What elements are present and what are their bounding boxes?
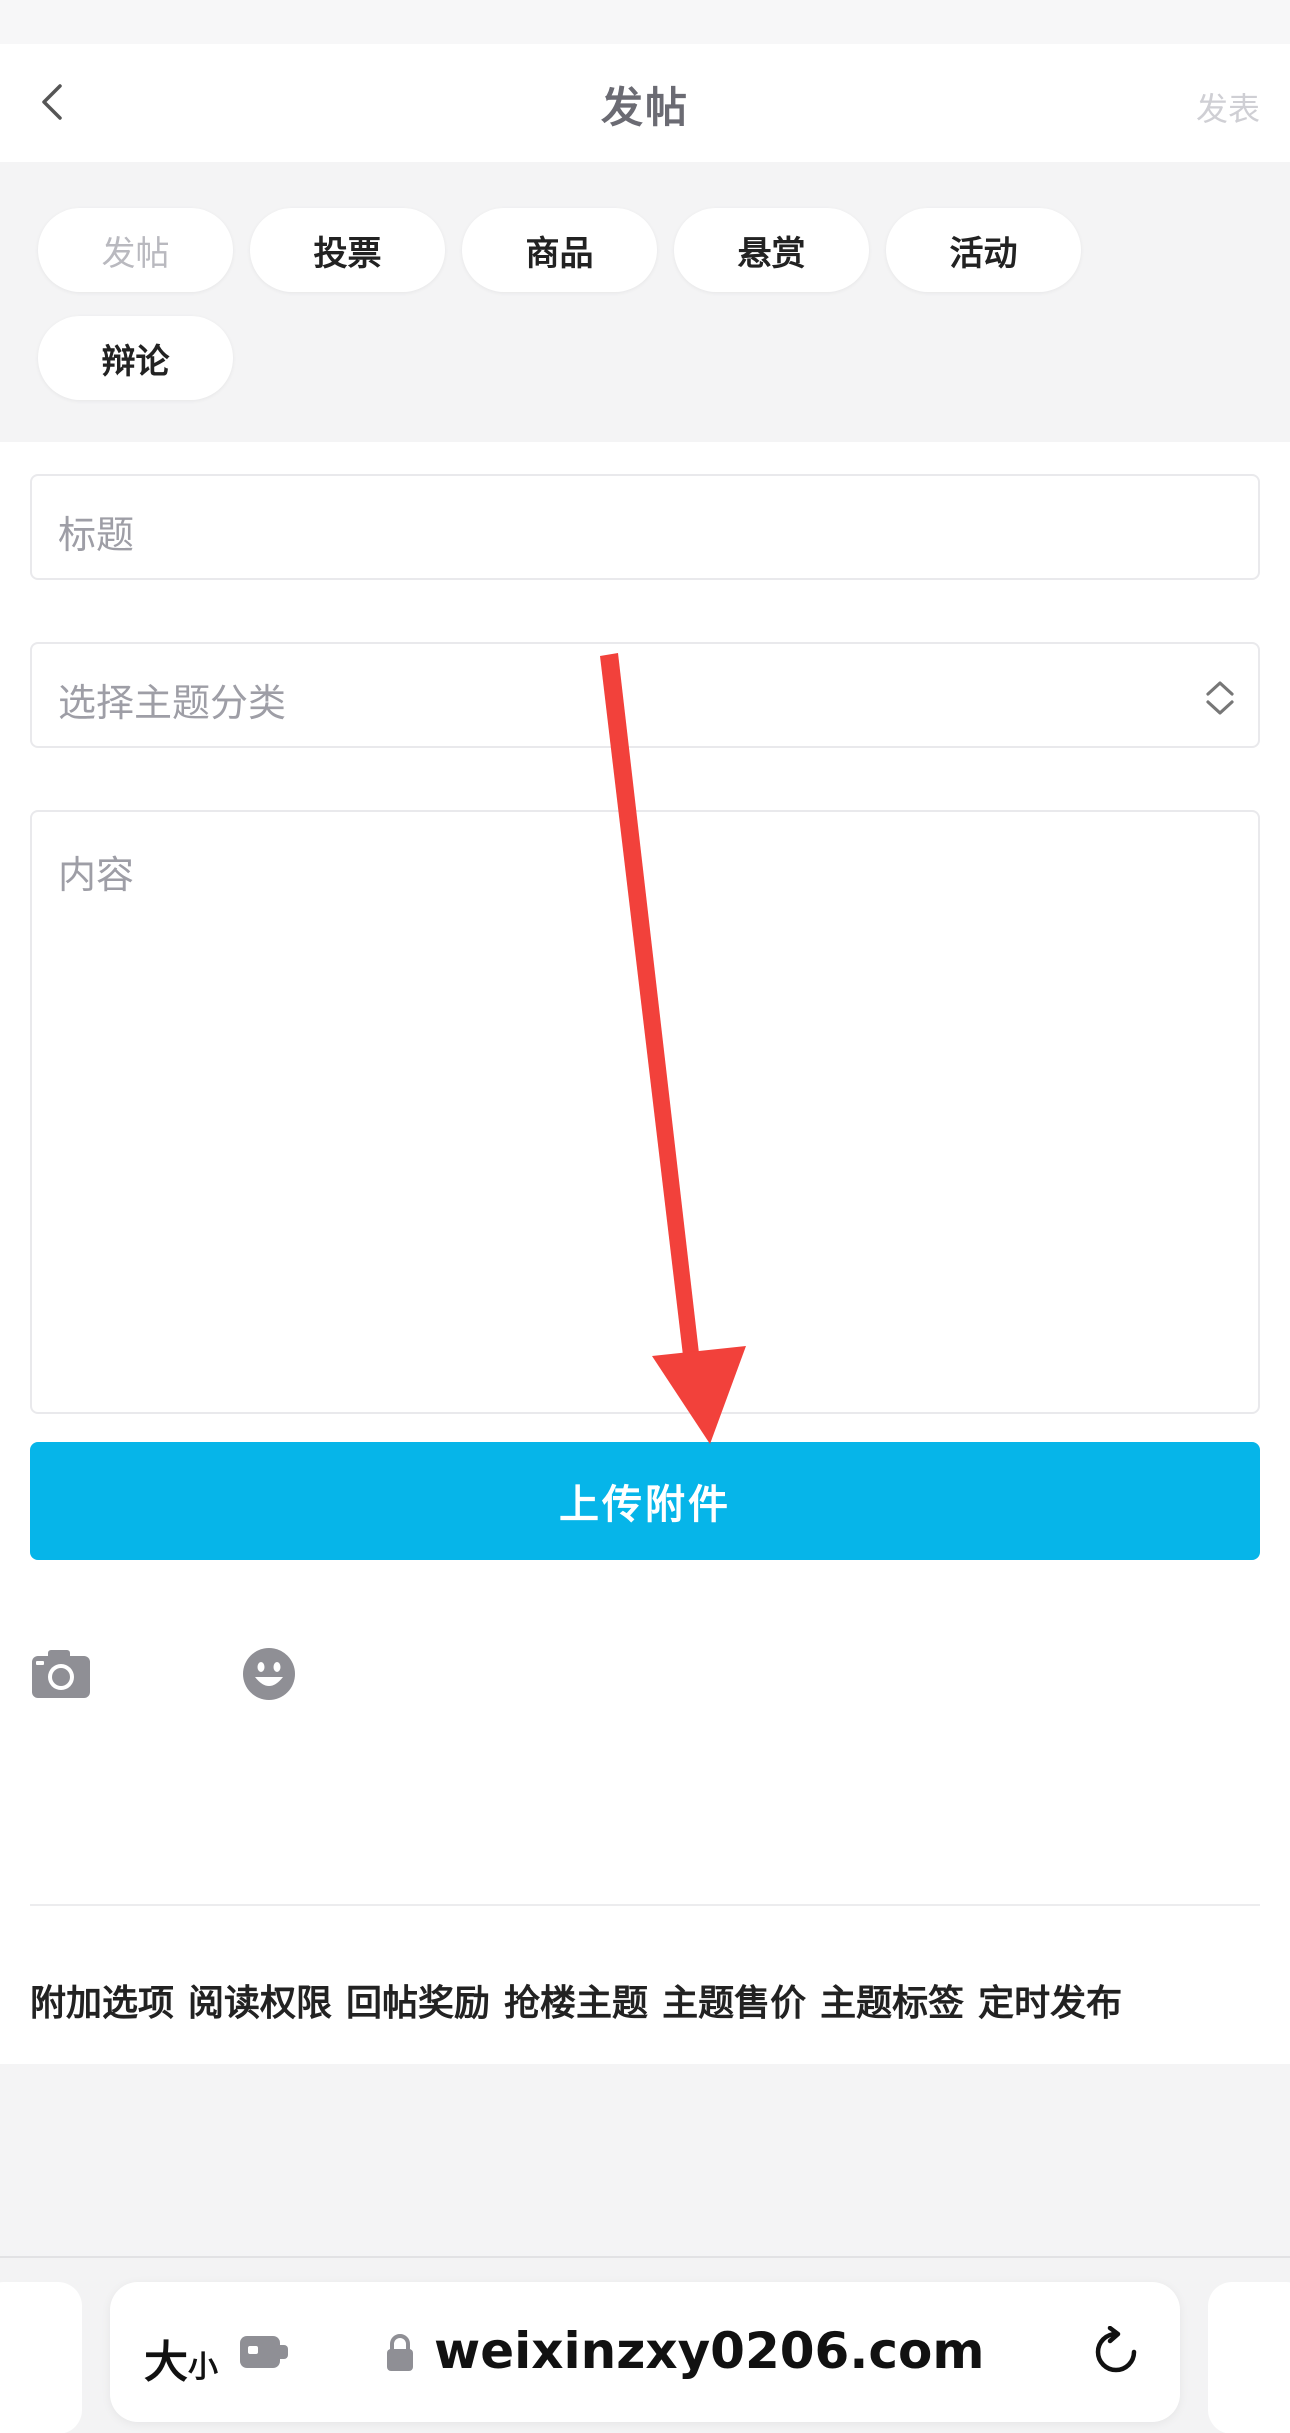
upload-attachment-button[interactable]: 上传附件 <box>30 1442 1260 1560</box>
publish-button[interactable]: 发表 <box>1196 84 1260 130</box>
category-placeholder: 选择主题分类 <box>58 681 287 725</box>
option-reply-reward[interactable]: 回帖奖励 <box>346 1974 490 2026</box>
content-placeholder: 内容 <box>58 853 135 897</box>
option-price[interactable]: 主题售价 <box>662 1974 806 2026</box>
option-read-permission[interactable]: 阅读权限 <box>188 1974 332 2026</box>
text-size-small: 小 <box>188 2350 218 2385</box>
type-pill-goods[interactable]: 商品 <box>462 208 657 292</box>
extra-options-row: 附加选项 阅读权限 回帖奖励 抢楼主题 主题售价 主题标签 定时发布 <box>30 1974 1122 2026</box>
option-tags[interactable]: 主题标签 <box>820 1974 964 2026</box>
reload-icon[interactable] <box>1090 2326 1142 2378</box>
browser-bottom-bar: 大小 weixinzxy0206.com <box>0 2256 1290 2433</box>
title-input[interactable]: 标题 <box>30 474 1260 580</box>
option-scheduled[interactable]: 定时发布 <box>978 1974 1122 2026</box>
next-tab-card[interactable] <box>1208 2282 1290 2433</box>
post-form: 标题 选择主题分类 内容 上传附件 附加选项 阅读权限 回帖奖励 抢楼主题 主题… <box>0 442 1290 2064</box>
address-bar[interactable]: 大小 weixinzxy0206.com <box>110 2282 1180 2422</box>
camera-icon[interactable] <box>30 1648 92 1700</box>
text-size-big: 大 <box>144 2337 188 2388</box>
text-size-button[interactable]: 大小 <box>144 2326 218 2390</box>
page-title: 发帖 <box>600 83 689 132</box>
nav-header: 发帖 发表 <box>0 44 1290 162</box>
emoji-icon[interactable] <box>242 1647 296 1701</box>
post-type-selector: 发帖 投票 商品 悬赏 活动 辩论 <box>0 162 1290 442</box>
url-text: weixinzxy0206.com <box>434 2322 985 2380</box>
option-floor-grab[interactable]: 抢楼主题 <box>504 1974 648 2026</box>
type-pill-debate[interactable]: 辩论 <box>38 316 233 400</box>
prev-tab-card[interactable] <box>0 2282 82 2433</box>
type-pill-vote[interactable]: 投票 <box>250 208 445 292</box>
title-placeholder: 标题 <box>58 513 135 557</box>
type-pill-activity[interactable]: 活动 <box>886 208 1081 292</box>
lock-icon <box>387 2334 413 2371</box>
option-extra[interactable]: 附加选项 <box>30 1974 174 2026</box>
chevron-updown-icon <box>1206 681 1234 715</box>
type-pill-reward[interactable]: 悬赏 <box>674 208 869 292</box>
type-pill-post[interactable]: 发帖 <box>38 208 233 292</box>
extension-icon[interactable] <box>238 2332 290 2372</box>
content-textarea[interactable]: 内容 <box>30 810 1260 1414</box>
status-strip <box>0 0 1290 44</box>
category-select[interactable]: 选择主题分类 <box>30 642 1260 748</box>
options-divider <box>30 1904 1260 1906</box>
